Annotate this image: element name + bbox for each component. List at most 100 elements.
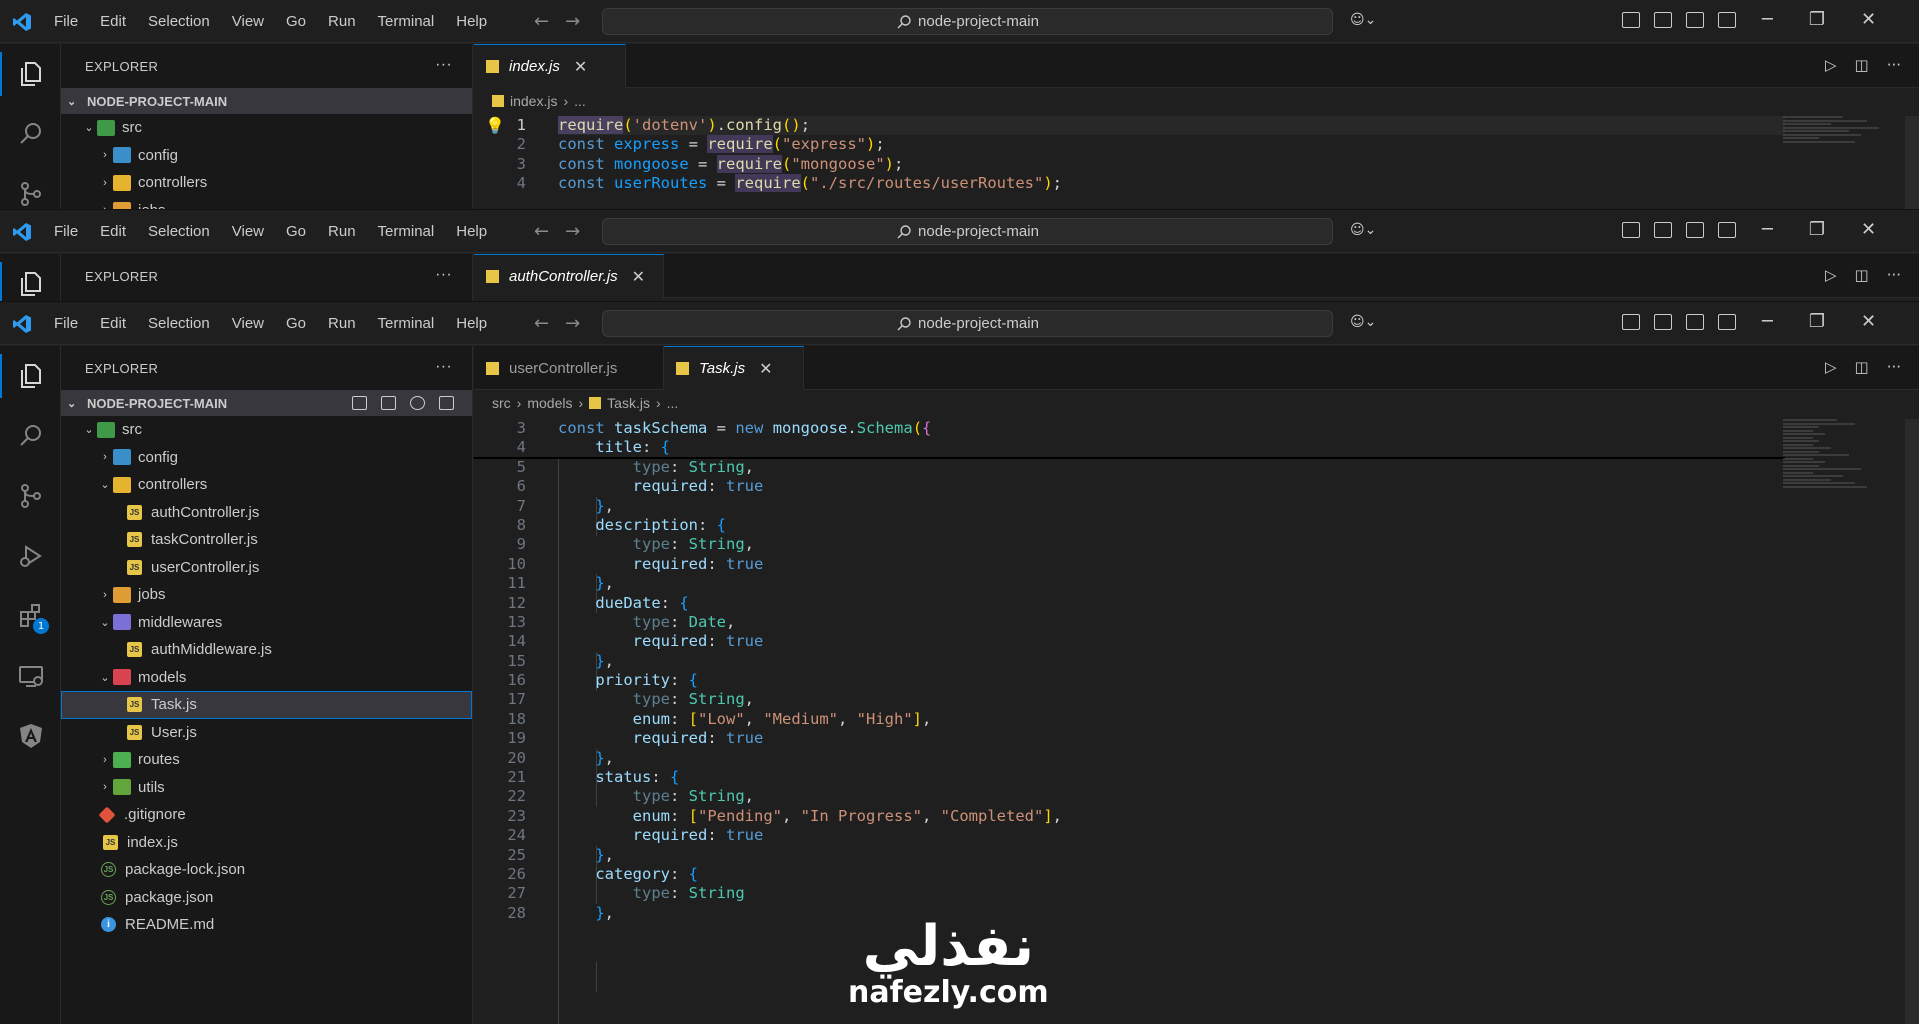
- toggle-panel-icon[interactable]: [1686, 314, 1704, 330]
- refresh-icon[interactable]: [410, 396, 425, 410]
- code-editor[interactable]: 3 const taskSchema = new mongoose.Schema(…: [474, 419, 1785, 1024]
- tab-usercontroller-js[interactable]: userController.js: [474, 346, 664, 390]
- command-center[interactable]: node-project-main: [602, 8, 1333, 35]
- back-arrow-icon[interactable]: ←: [534, 221, 549, 242]
- menu-edit[interactable]: Edit: [100, 13, 126, 30]
- tree-item-controllers[interactable]: › controllers: [61, 169, 472, 197]
- toggle-primary-sidebar-icon[interactable]: [1654, 222, 1672, 238]
- toggle-primary-sidebar-icon[interactable]: [1654, 314, 1672, 330]
- tree-item-utils[interactable]: › utils: [61, 774, 472, 802]
- menu-go[interactable]: Go: [286, 315, 306, 332]
- explorer-activity[interactable]: [0, 44, 61, 104]
- menu-edit[interactable]: Edit: [100, 315, 126, 332]
- toggle-secondary-sidebar-icon[interactable]: [1718, 222, 1736, 238]
- extensions-activity[interactable]: 1: [0, 586, 61, 646]
- run-icon[interactable]: ▷: [1825, 266, 1837, 284]
- restore-icon[interactable]: ❐: [1809, 219, 1825, 240]
- new-file-icon[interactable]: [352, 396, 367, 410]
- menu-selection[interactable]: Selection: [148, 223, 210, 240]
- remote-explorer-activity[interactable]: [0, 646, 61, 706]
- copilot-icon[interactable]: ☺⌄: [1350, 12, 1376, 28]
- close-tab-icon[interactable]: ✕: [632, 267, 645, 287]
- back-arrow-icon[interactable]: ←: [534, 11, 549, 32]
- tree-item-user-js[interactable]: JS User.js: [61, 719, 472, 747]
- tree-item-jobs[interactable]: ›jobs: [61, 581, 472, 609]
- menu-go[interactable]: Go: [286, 223, 306, 240]
- customize-layout-icon[interactable]: [1622, 314, 1640, 330]
- explorer-activity[interactable]: [0, 254, 61, 301]
- menu-view[interactable]: View: [232, 315, 264, 332]
- more-actions-icon[interactable]: ···: [1887, 56, 1901, 74]
- restore-icon[interactable]: ❐: [1809, 9, 1825, 30]
- menu-terminal[interactable]: Terminal: [378, 223, 435, 240]
- breadcrumb-models[interactable]: models: [527, 395, 572, 411]
- forward-arrow-icon[interactable]: →: [565, 313, 580, 334]
- tree-item-package-json[interactable]: JS package.json: [61, 884, 472, 912]
- customize-layout-icon[interactable]: [1622, 222, 1640, 238]
- toggle-secondary-sidebar-icon[interactable]: [1718, 12, 1736, 28]
- tree-item-readme[interactable]: i README.md: [61, 911, 472, 939]
- toggle-secondary-sidebar-icon[interactable]: [1718, 314, 1736, 330]
- tree-item-index-js[interactable]: JS index.js: [61, 829, 472, 857]
- scrollbar[interactable]: [1905, 419, 1919, 1024]
- tree-item-src[interactable]: ⌄ src: [61, 416, 472, 444]
- tree-item-jobs[interactable]: ›jobs: [61, 197, 472, 209]
- restore-icon[interactable]: ❐: [1809, 311, 1825, 332]
- scrollbar[interactable]: [1905, 116, 1919, 209]
- explorer-activity[interactable]: [0, 346, 61, 406]
- tree-item-config[interactable]: › config: [61, 142, 472, 170]
- tree-item-controllers[interactable]: ⌄ controllers: [61, 471, 472, 499]
- menu-edit[interactable]: Edit: [100, 223, 126, 240]
- menu-file[interactable]: File: [54, 223, 78, 240]
- more-actions-icon[interactable]: ···: [435, 358, 452, 376]
- tree-item-taskcontroller[interactable]: JS taskController.js: [61, 526, 472, 554]
- tree-item-authcontroller[interactable]: JS authController.js: [61, 499, 472, 527]
- menu-terminal[interactable]: Terminal: [378, 13, 435, 30]
- more-actions-icon[interactable]: ···: [1887, 266, 1901, 284]
- menu-selection[interactable]: Selection: [148, 13, 210, 30]
- split-editor-icon[interactable]: ◫: [1855, 358, 1869, 376]
- menu-help[interactable]: Help: [456, 13, 487, 30]
- search-activity[interactable]: [0, 104, 61, 164]
- customize-layout-icon[interactable]: [1622, 12, 1640, 28]
- forward-arrow-icon[interactable]: →: [565, 11, 580, 32]
- menu-selection[interactable]: Selection: [148, 315, 210, 332]
- menu-terminal[interactable]: Terminal: [378, 315, 435, 332]
- forward-arrow-icon[interactable]: →: [565, 221, 580, 242]
- tree-item-task-js[interactable]: JS Task.js: [61, 691, 472, 719]
- menu-help[interactable]: Help: [456, 315, 487, 332]
- tab-index-js[interactable]: index.js ✕: [474, 44, 626, 88]
- copilot-icon[interactable]: ☺⌄: [1350, 314, 1376, 330]
- tree-item-authmiddleware[interactable]: JS authMiddleware.js: [61, 636, 472, 664]
- menu-run[interactable]: Run: [328, 223, 356, 240]
- tree-item-src[interactable]: ⌄ src: [61, 114, 472, 142]
- minimize-icon[interactable]: ─: [1762, 219, 1773, 240]
- minimize-icon[interactable]: ─: [1762, 9, 1773, 30]
- close-window-icon[interactable]: ✕: [1861, 9, 1876, 30]
- angular-activity[interactable]: [0, 706, 61, 766]
- tab-authcontroller-js[interactable]: authController.js ✕: [474, 254, 664, 298]
- menu-run[interactable]: Run: [328, 315, 356, 332]
- close-window-icon[interactable]: ✕: [1861, 219, 1876, 240]
- minimap[interactable]: [1783, 419, 1903, 529]
- command-center[interactable]: node-project-main: [602, 310, 1333, 337]
- project-header[interactable]: ⌄ NODE-PROJECT-MAIN: [61, 390, 472, 416]
- toggle-primary-sidebar-icon[interactable]: [1654, 12, 1672, 28]
- menu-file[interactable]: File: [54, 13, 78, 30]
- breadcrumb-src[interactable]: src: [492, 395, 511, 411]
- source-control-activity[interactable]: [0, 466, 61, 526]
- run-icon[interactable]: ▷: [1825, 56, 1837, 74]
- more-actions-icon[interactable]: ···: [1887, 358, 1901, 376]
- more-actions-icon[interactable]: ···: [435, 266, 452, 284]
- menu-view[interactable]: View: [232, 13, 264, 30]
- tree-item-config[interactable]: › config: [61, 444, 472, 472]
- code-editor[interactable]: 💡 1 require('dotenv').config(); 2 const ex…: [474, 116, 1785, 209]
- command-center[interactable]: node-project-main: [602, 218, 1333, 245]
- breadcrumb-symbol[interactable]: ...: [667, 395, 679, 411]
- split-editor-icon[interactable]: ◫: [1855, 266, 1869, 284]
- menu-help[interactable]: Help: [456, 223, 487, 240]
- tab-task-js[interactable]: Task.js ✕: [664, 346, 804, 390]
- new-folder-icon[interactable]: [381, 396, 396, 410]
- breadcrumb-file[interactable]: index.js: [510, 93, 557, 109]
- run-debug-activity[interactable]: [0, 526, 61, 586]
